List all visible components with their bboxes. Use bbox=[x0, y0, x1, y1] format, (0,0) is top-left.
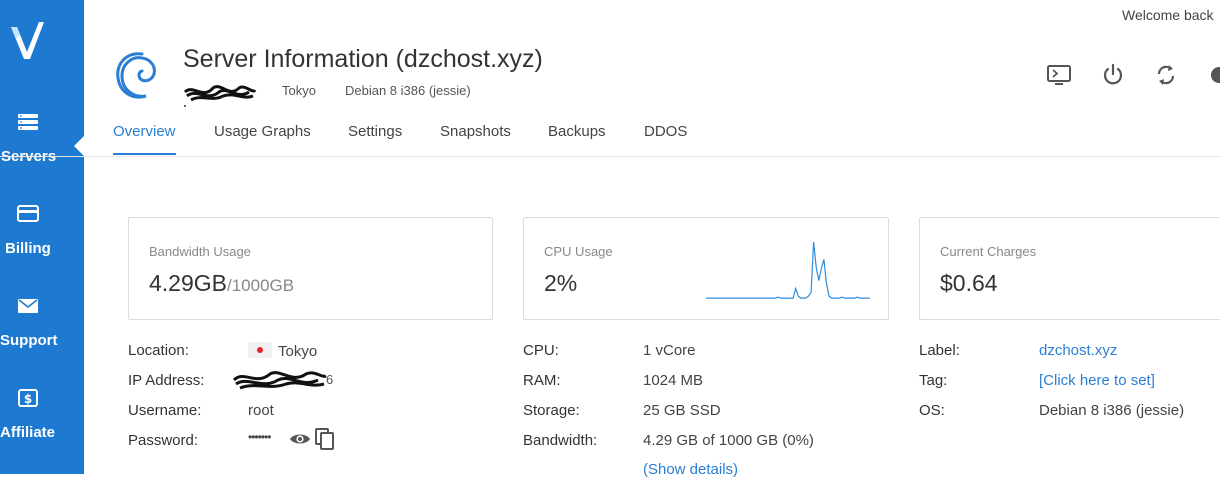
svg-text:$: $ bbox=[24, 392, 32, 406]
svg-text:6: 6 bbox=[326, 372, 333, 387]
tag-set-link[interactable]: [Click here to set] bbox=[1039, 372, 1155, 389]
cpu-label: CPU: bbox=[523, 342, 559, 359]
tab-backups[interactable]: Backups bbox=[548, 123, 606, 153]
label-value-link[interactable]: dzchost.xyz bbox=[1039, 342, 1117, 359]
bandwidth-total: /1000GB bbox=[227, 276, 295, 295]
ram-label: RAM: bbox=[523, 372, 561, 389]
restart-icon[interactable] bbox=[1153, 62, 1179, 88]
server-location: Tokyo bbox=[282, 83, 316, 98]
eye-icon[interactable] bbox=[289, 430, 311, 448]
cpu-sparkline bbox=[706, 241, 870, 299]
japan-flag-icon bbox=[248, 342, 272, 358]
sidebar-item-support[interactable]: Support bbox=[0, 294, 84, 354]
label-label: Label: bbox=[919, 342, 960, 359]
debian-logo-icon bbox=[116, 52, 156, 99]
bandwidth-card: Bandwidth Usage 4.29GB/1000GB bbox=[128, 217, 493, 320]
sidebar: Servers Billing Support $ Affiliate bbox=[0, 0, 84, 474]
page-title: Server Information (dzchost.xyz) bbox=[183, 45, 543, 73]
location-label: Location: bbox=[128, 342, 189, 359]
tag-label: Tag: bbox=[919, 372, 948, 389]
sidebar-item-label: Billing bbox=[5, 240, 51, 257]
envelope-icon bbox=[18, 299, 38, 313]
password-value: ••••••• bbox=[248, 430, 271, 444]
card-label: CPU Usage bbox=[544, 244, 613, 259]
charges-card: Current Charges $0.64 bbox=[919, 217, 1220, 320]
bandwidth-value: 4.29 GB of 1000 GB (0%) bbox=[643, 432, 814, 449]
vultr-logo[interactable] bbox=[8, 18, 48, 62]
tab-ddos[interactable]: DDOS bbox=[644, 123, 687, 153]
ram-value: 1024 MB bbox=[643, 372, 704, 389]
location-text: Tokyo bbox=[278, 343, 318, 360]
sidebar-item-billing[interactable]: Billing bbox=[0, 202, 84, 262]
bandwidth-label: Bandwidth: bbox=[523, 432, 598, 449]
show-details-link[interactable]: (Show details) bbox=[643, 461, 738, 478]
os-label: OS: bbox=[919, 402, 945, 419]
bandwidth-used: 4.29GB bbox=[149, 270, 227, 296]
tab-snapshots[interactable]: Snapshots bbox=[440, 123, 511, 153]
username-value: root bbox=[248, 402, 274, 419]
sidebar-item-affiliate[interactable]: $ Affiliate bbox=[0, 386, 84, 446]
password-label: Password: bbox=[128, 432, 199, 449]
cpu-card: CPU Usage 2% bbox=[523, 217, 889, 320]
dollar-icon: $ bbox=[18, 389, 38, 407]
tab-bar: Overview Usage Graphs Settings Snapshots… bbox=[0, 120, 1220, 157]
tab-usage-graphs[interactable]: Usage Graphs bbox=[214, 123, 311, 153]
copy-icon[interactable] bbox=[314, 427, 336, 451]
settings-icon[interactable] bbox=[1206, 62, 1220, 88]
storage-value: 25 GB SSD bbox=[643, 402, 721, 419]
power-icon[interactable] bbox=[1100, 62, 1126, 88]
card-label: Bandwidth Usage bbox=[149, 244, 251, 259]
welcome-text: Welcome back bbox=[1122, 7, 1214, 23]
card-value: 2% bbox=[544, 270, 578, 296]
card-value: 4.29GB/1000GB bbox=[149, 270, 294, 297]
card-label: Current Charges bbox=[940, 244, 1037, 259]
storage-label: Storage: bbox=[523, 402, 580, 419]
location-value: Tokyo bbox=[248, 342, 317, 360]
ip-label: IP Address: bbox=[128, 372, 205, 389]
os-value: Debian 8 i386 (jessie) bbox=[1039, 402, 1185, 419]
sidebar-item-label: Support bbox=[0, 332, 58, 349]
redacted-ip-scribble bbox=[183, 85, 257, 107]
username-label: Username: bbox=[128, 402, 202, 419]
tab-settings[interactable]: Settings bbox=[348, 123, 402, 153]
sidebar-item-label: Affiliate bbox=[0, 424, 56, 441]
server-os: Debian 8 i386 (jessie) bbox=[345, 83, 471, 98]
console-icon[interactable] bbox=[1046, 62, 1072, 88]
sparkline-series bbox=[706, 241, 870, 299]
cpu-value: 1 vCore bbox=[643, 342, 696, 359]
tab-overview[interactable]: Overview bbox=[113, 123, 176, 155]
redacted-ip-scribble: 6 bbox=[232, 371, 333, 390]
card-value: $0.64 bbox=[940, 270, 998, 296]
credit-card-icon bbox=[17, 205, 39, 222]
